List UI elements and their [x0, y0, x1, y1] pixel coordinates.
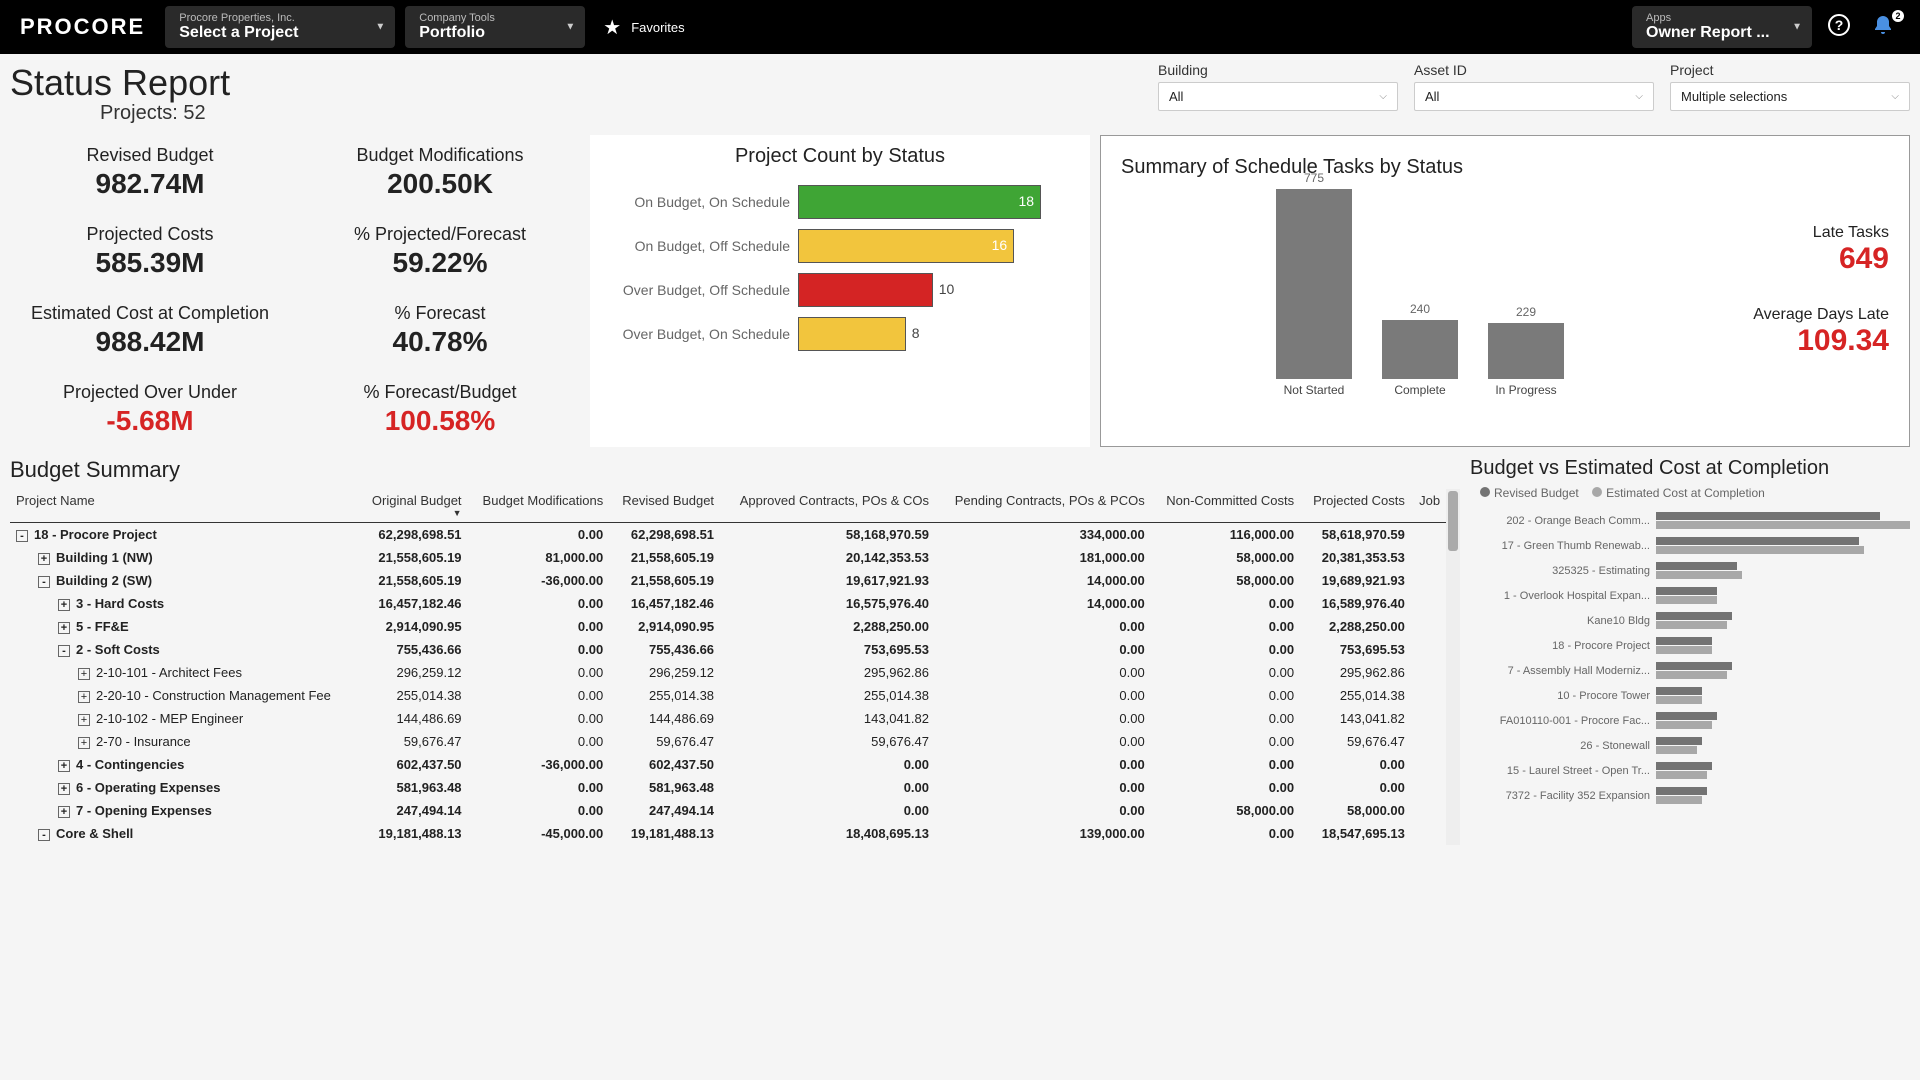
chevron-down-icon: ▼: [565, 22, 575, 33]
chart-bar[interactable]: 17 - Green Thumb Renewab...: [1470, 533, 1910, 558]
table-scrollbar[interactable]: [1446, 489, 1460, 845]
table-row[interactable]: +Building 1 (NW)21,558,605.1981,000.0021…: [10, 546, 1446, 569]
chart-bar[interactable]: On Budget, Off Schedule16: [600, 224, 1080, 268]
kpi-label: Estimated Cost at Completion: [30, 303, 270, 324]
chart-budget-vs-estimated: Budget vs Estimated Cost at Completion R…: [1470, 457, 1910, 845]
filter-building: Building All ⌵: [1158, 62, 1398, 111]
expand-icon[interactable]: +: [38, 553, 50, 565]
chart-bar[interactable]: 15 - Laurel Street - Open Tr...: [1470, 758, 1910, 783]
chart-bar[interactable]: FA010110-001 - Procore Fac...: [1470, 708, 1910, 733]
kpi-value: 59.22%: [320, 247, 560, 279]
table-row[interactable]: -2 - Soft Costs755,436.660.00755,436.667…: [10, 638, 1446, 661]
table-row[interactable]: -Building 2 (SW)21,558,605.19-36,000.002…: [10, 569, 1446, 592]
expand-icon[interactable]: +: [78, 714, 90, 726]
chart-bar[interactable]: 1 - Overlook Hospital Expan...: [1470, 583, 1910, 608]
table-row[interactable]: +3 - Hard Costs16,457,182.460.0016,457,1…: [10, 592, 1446, 615]
kpi-label: Projected Costs: [30, 224, 270, 245]
page-title: Status Report: [10, 62, 230, 104]
kpi-value: 988.42M: [30, 326, 270, 358]
star-icon: ★: [603, 15, 621, 40]
project-selector[interactable]: Procore Properties, Inc. Select a Projec…: [165, 6, 395, 48]
table-row[interactable]: +4 - Contingencies602,437.50-36,000.0060…: [10, 753, 1446, 776]
kpi-value: 982.74M: [30, 168, 270, 200]
chevron-down-icon: ⌵: [1379, 91, 1387, 102]
kpi-label: Projected Over Under: [30, 382, 270, 403]
expand-icon[interactable]: +: [78, 668, 90, 680]
table-row[interactable]: +2-20-10 - Construction Management Fee25…: [10, 684, 1446, 707]
chevron-down-icon: ⌵: [1891, 91, 1899, 102]
apps-selector[interactable]: Apps Owner Report ... ▼: [1632, 6, 1812, 48]
top-navbar: PROCORE Procore Properties, Inc. Select …: [0, 0, 1920, 54]
table-row[interactable]: +6 - Operating Expenses581,963.480.00581…: [10, 776, 1446, 799]
kpi-value: 585.39M: [30, 247, 270, 279]
filter-asset: Asset ID All ⌵: [1414, 62, 1654, 111]
table-row[interactable]: -Core & Shell19,181,488.13-45,000.0019,1…: [10, 822, 1446, 845]
chart-bar[interactable]: Kane10 Bldg: [1470, 608, 1910, 633]
chart-legend: Revised Budget Estimated Cost at Complet…: [1470, 486, 1910, 500]
chart-bar[interactable]: Over Budget, Off Schedule10: [600, 268, 1080, 312]
table-row[interactable]: +2-70 - Insurance59,676.470.0059,676.475…: [10, 730, 1446, 753]
kpi-value: -5.68M: [30, 405, 270, 437]
collapse-icon[interactable]: -: [38, 829, 50, 841]
chevron-down-icon: ▼: [375, 22, 385, 33]
chart-bar[interactable]: On Budget, On Schedule18: [600, 180, 1080, 224]
chart-bar[interactable]: 325325 - Estimating: [1470, 558, 1910, 583]
expand-icon[interactable]: +: [58, 806, 70, 818]
kpi-label: Budget Modifications: [320, 145, 560, 166]
expand-icon[interactable]: +: [58, 760, 70, 772]
svg-text:?: ?: [1835, 17, 1844, 33]
kpi-label: % Forecast/Budget: [320, 382, 560, 403]
filter-project: Project Multiple selections ⌵: [1670, 62, 1910, 111]
project-count: Projects: 52: [10, 102, 230, 125]
chart-bar[interactable]: 775Not Started: [1276, 189, 1352, 397]
expand-icon[interactable]: +: [58, 599, 70, 611]
budget-summary-section: Budget Summary Project NameOriginal Budg…: [10, 457, 1460, 845]
table-row[interactable]: +7 - Opening Expenses247,494.140.00247,4…: [10, 799, 1446, 822]
kpi-value: 200.50K: [320, 168, 560, 200]
filter-project-select[interactable]: Multiple selections ⌵: [1670, 82, 1910, 111]
kpi-label: % Projected/Forecast: [320, 224, 560, 245]
chart-bar[interactable]: 7372 - Facility 352 Expansion: [1470, 783, 1910, 808]
page-header: Status Report Projects: 52 Building All …: [0, 54, 1920, 125]
kpi-value: 40.78%: [320, 326, 560, 358]
logo: PROCORE: [20, 14, 155, 40]
favorites-link[interactable]: ★ Favorites: [603, 15, 684, 40]
expand-icon[interactable]: +: [78, 691, 90, 703]
chart-bar[interactable]: Over Budget, On Schedule8: [600, 312, 1080, 356]
chart-bar[interactable]: 229In Progress: [1488, 323, 1564, 397]
chart-bar[interactable]: 240Complete: [1382, 320, 1458, 397]
notification-badge: 2: [1892, 10, 1904, 22]
chevron-down-icon: ▼: [1792, 22, 1802, 33]
notifications-icon[interactable]: 2: [1866, 14, 1900, 41]
chart-bar[interactable]: 202 - Orange Beach Comm...: [1470, 508, 1910, 533]
collapse-icon[interactable]: -: [38, 576, 50, 588]
kpi-column-left: Revised Budget982.74M Projected Costs585.…: [10, 135, 290, 447]
chart-bar[interactable]: 7 - Assembly Hall Moderniz...: [1470, 658, 1910, 683]
filter-building-select[interactable]: All ⌵: [1158, 82, 1398, 111]
expand-icon[interactable]: +: [58, 783, 70, 795]
expand-icon[interactable]: +: [58, 622, 70, 634]
kpi-value: 100.58%: [320, 405, 560, 437]
table-row[interactable]: +2-10-101 - Architect Fees296,259.120.00…: [10, 661, 1446, 684]
kpi-label: % Forecast: [320, 303, 560, 324]
tool-selector[interactable]: Company Tools Portfolio ▼: [405, 6, 585, 48]
expand-icon[interactable]: +: [78, 737, 90, 749]
chart-bar[interactable]: 18 - Procore Project: [1470, 633, 1910, 658]
kpi-column-right: Budget Modifications200.50K % Projected/F…: [300, 135, 580, 447]
help-icon[interactable]: ?: [1822, 14, 1856, 41]
table-row[interactable]: +5 - FF&E2,914,090.950.002,914,090.952,2…: [10, 615, 1446, 638]
chevron-down-icon: ⌵: [1635, 91, 1643, 102]
budget-summary-table[interactable]: Project NameOriginal Budget▼Budget Modif…: [10, 489, 1446, 845]
table-row[interactable]: +2-10-102 - MEP Engineer144,486.690.0014…: [10, 707, 1446, 730]
collapse-icon[interactable]: -: [16, 530, 28, 542]
kpi-label: Revised Budget: [30, 145, 270, 166]
chart-bar[interactable]: 10 - Procore Tower: [1470, 683, 1910, 708]
chart-bar[interactable]: 26 - Stonewall: [1470, 733, 1910, 758]
table-row[interactable]: -18 - Procore Project62,298,698.510.0062…: [10, 523, 1446, 547]
collapse-icon[interactable]: -: [58, 645, 70, 657]
chart-schedule-tasks-by-status: Summary of Schedule Tasks by Status 775N…: [1100, 135, 1910, 447]
filter-asset-select[interactable]: All ⌵: [1414, 82, 1654, 111]
chart-project-count-by-status: Project Count by Status On Budget, On Sc…: [590, 135, 1090, 447]
